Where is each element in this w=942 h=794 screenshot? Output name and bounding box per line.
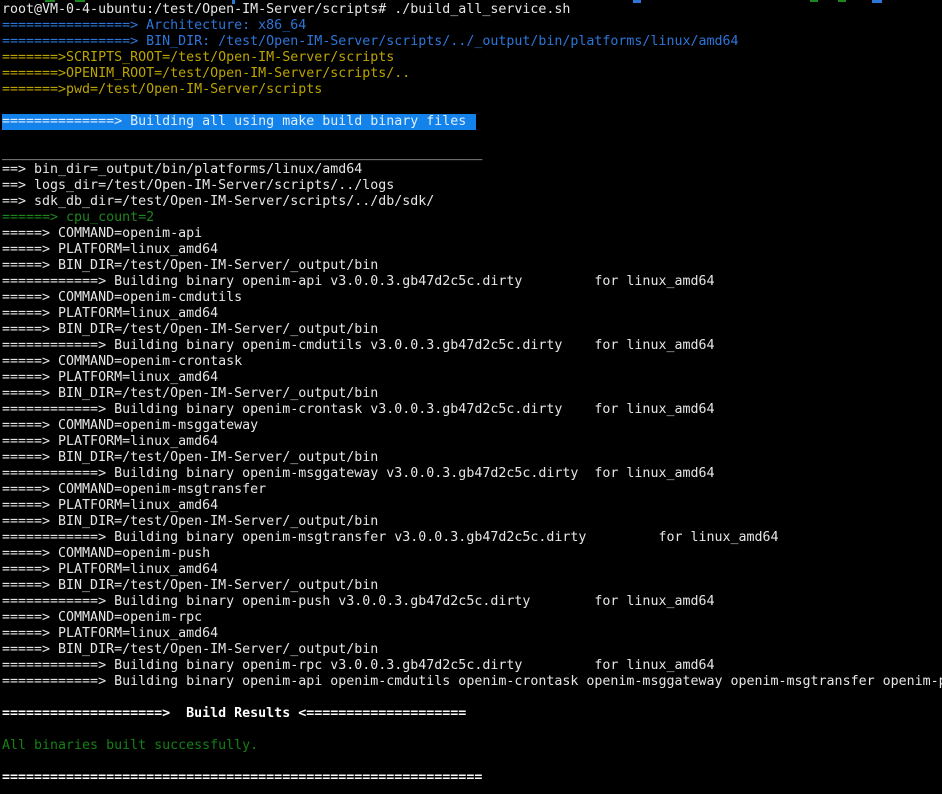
build-results-header: ====================> Build Results <===… <box>2 706 942 722</box>
log-platform-line: =====> PLATFORM=linux_amd64 <box>2 306 942 322</box>
log-bin-dir-line: ==> bin_dir=_output/bin/platforms/linux/… <box>2 162 942 178</box>
log-command-line: =====> COMMAND=openim-api <box>2 226 942 242</box>
log-command-line: =====> COMMAND=openim-crontask <box>2 354 942 370</box>
log-building-line: ============> Building binary openim-rpc… <box>2 658 942 674</box>
blank-line <box>2 786 942 794</box>
build-all-banner: ==============> Building all using make … <box>2 114 942 130</box>
log-building-line: ============> Building binary openim-msg… <box>2 530 942 546</box>
log-bindir-line: =====> BIN_DIR=/test/Open-IM-Server/_out… <box>2 450 942 466</box>
log-building-line: ============> Building binary openim-pus… <box>2 594 942 610</box>
separator-line: ========================================… <box>2 770 942 786</box>
log-command-line: =====> COMMAND=openim-rpc <box>2 610 942 626</box>
blank-line <box>2 98 942 114</box>
log-platform-line: =====> PLATFORM=linux_amd64 <box>2 434 942 450</box>
log-building-line: ============> Building binary openim-api… <box>2 274 942 290</box>
log-command-line: =====> COMMAND=openim-push <box>2 546 942 562</box>
log-building-line: ============> Building binary openim-msg… <box>2 466 942 482</box>
info-bindir-line: ================> BIN_DIR: /test/Open-IM… <box>2 34 942 50</box>
log-sdk-db-dir-line: ==> sdk_db_dir=/test/Open-IM-Server/scri… <box>2 194 942 210</box>
success-message: All binaries built successfully. <box>2 738 942 754</box>
blank-line <box>2 690 942 706</box>
log-command-line: =====> COMMAND=openim-msgtransfer <box>2 482 942 498</box>
log-platform-line: =====> PLATFORM=linux_amd64 <box>2 562 942 578</box>
log-platform-line: =====> PLATFORM=linux_amd64 <box>2 626 942 642</box>
log-bindir-line: =====> BIN_DIR=/test/Open-IM-Server/_out… <box>2 578 942 594</box>
log-command-line: =====> COMMAND=openim-cmdutils <box>2 290 942 306</box>
cpu-count-line: ======> cpu_count=2 <box>2 210 942 226</box>
blank-line <box>2 130 942 146</box>
log-platform-line: =====> PLATFORM=linux_amd64 <box>2 242 942 258</box>
log-logs-dir-line: ==> logs_dir=/test/Open-IM-Server/script… <box>2 178 942 194</box>
shell-prompt-line: root@VM-0-4-ubuntu:/test/Open-IM-Server/… <box>2 2 942 18</box>
log-bindir-line: =====> BIN_DIR=/test/Open-IM-Server/_out… <box>2 322 942 338</box>
env-scripts-root-line: =======>SCRIPTS_ROOT=/test/Open-IM-Serve… <box>2 50 942 66</box>
log-command-line: =====> COMMAND=openim-msggateway <box>2 418 942 434</box>
log-building-line: ============> Building binary openim-cro… <box>2 402 942 418</box>
separator-underscore: ________________________________________… <box>2 146 942 162</box>
log-bindir-line: =====> BIN_DIR=/test/Open-IM-Server/_out… <box>2 514 942 530</box>
log-bindir-line: =====> BIN_DIR=/test/Open-IM-Server/_out… <box>2 386 942 402</box>
env-openim-root-line: =======>OPENIM_ROOT=/test/Open-IM-Server… <box>2 66 942 82</box>
env-pwd-line: =======>pwd=/test/Open-IM-Server/scripts <box>2 82 942 98</box>
log-building-all-line: ============> Building binary openim-api… <box>2 674 942 690</box>
terminal-output: root@VM-0-4-ubuntu:/test/Open-IM-Server/… <box>2 2 942 794</box>
blank-line <box>2 722 942 738</box>
terminal-window[interactable]: root@VM-0-4-ubuntu:/test/Open-IM-Server/… <box>0 0 942 794</box>
log-bindir-line: =====> BIN_DIR=/test/Open-IM-Server/_out… <box>2 258 942 274</box>
log-bindir-line: =====> BIN_DIR=/test/Open-IM-Server/_out… <box>2 642 942 658</box>
blank-line <box>2 754 942 770</box>
info-architecture-line: ================> Architecture: x86_64 <box>2 18 942 34</box>
log-building-line: ============> Building binary openim-cmd… <box>2 338 942 354</box>
log-platform-line: =====> PLATFORM=linux_amd64 <box>2 370 942 386</box>
log-platform-line: =====> PLATFORM=linux_amd64 <box>2 498 942 514</box>
